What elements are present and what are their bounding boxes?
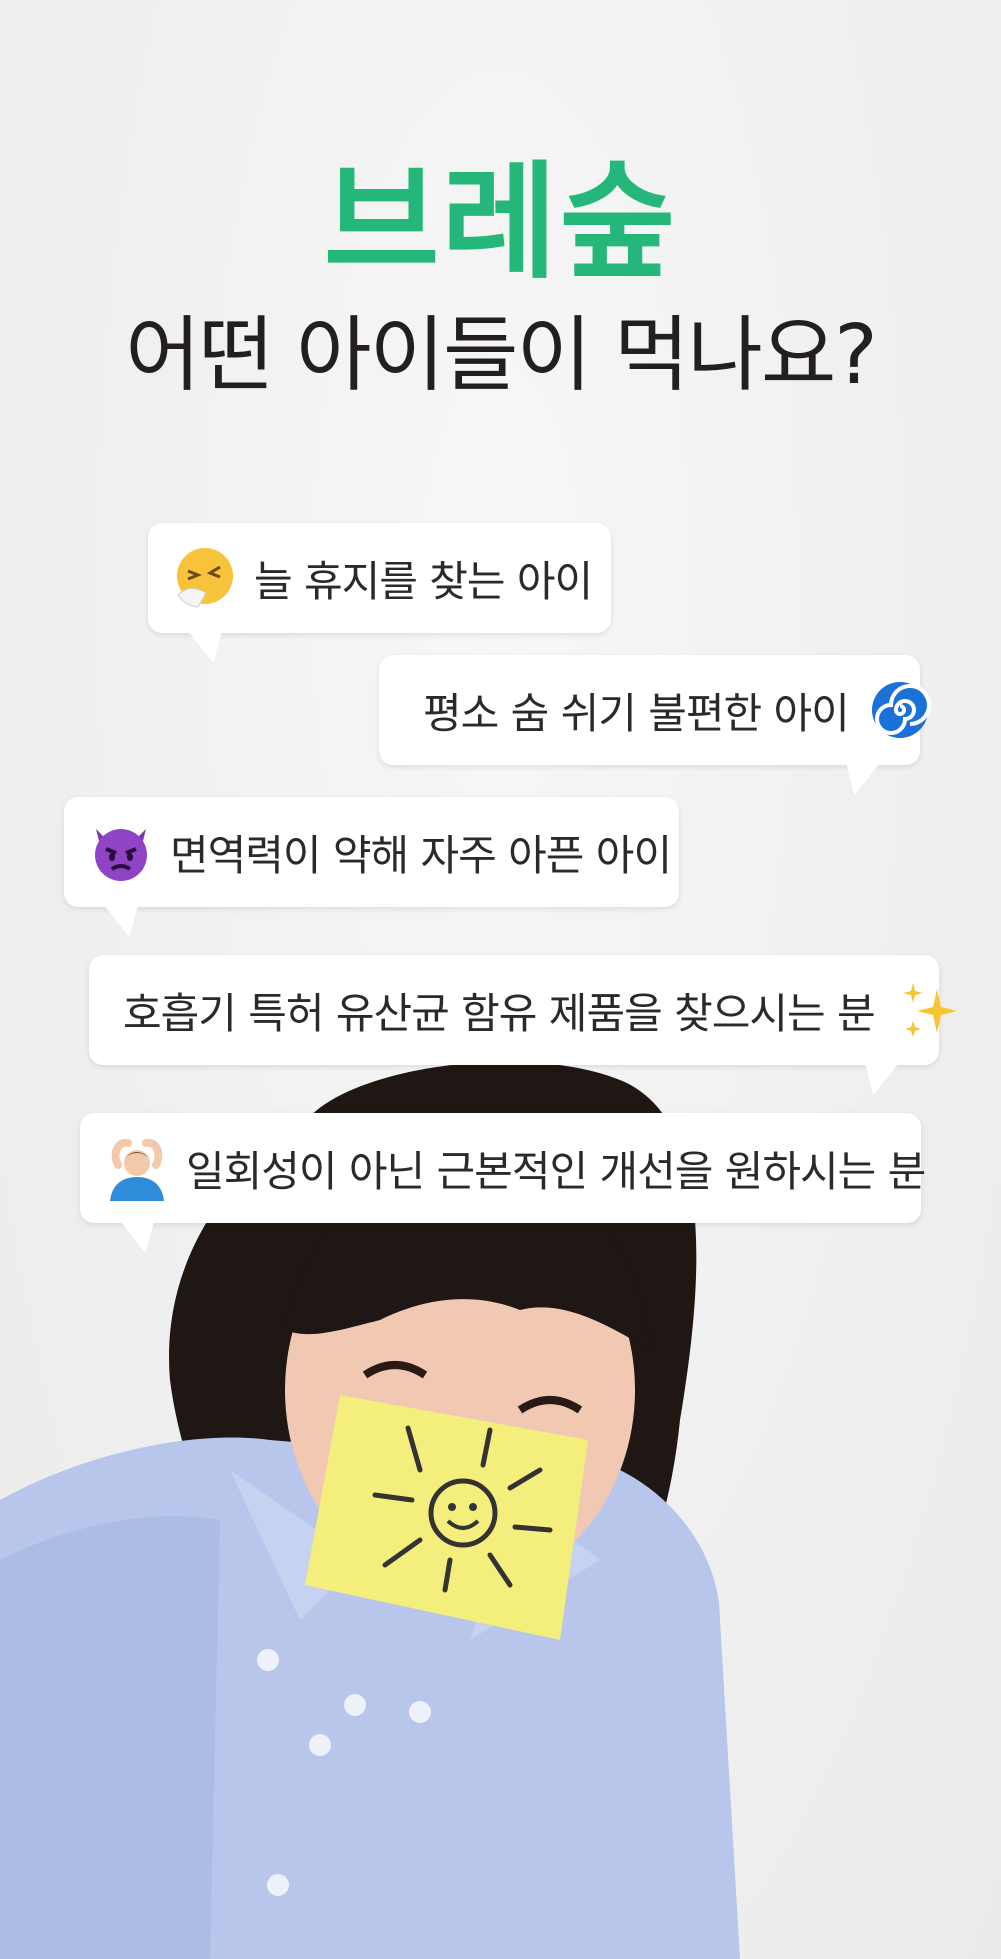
bubble-tissue: 늘 휴지를 찾는 아이 <box>148 523 611 663</box>
bubble-probiotic: 호흡기 특허 유산균 함유 제품을 찾으시는 분 <box>89 955 957 1095</box>
bubble-text: 늘 휴지를 찾는 아이 <box>254 556 593 606</box>
bubble-text: 일회성이 아닌 근본적인 개선을 원하시는 분 <box>186 1146 926 1196</box>
bubble-text: 평소 숨 쉬기 불편한 아이 <box>423 688 850 738</box>
sparkles-icon <box>902 983 957 1037</box>
bubble-text: 호흡기 특허 유산균 함유 제품을 찾으시는 분 <box>123 988 876 1038</box>
headline: 어떤 아이들이 먹나요? <box>125 308 878 403</box>
bubble-text: 면역력이 약해 자주 아픈 아이 <box>170 830 672 880</box>
angry-devil-icon <box>95 829 147 881</box>
person-gesturing-ok-icon <box>110 1138 164 1201</box>
brand-title: 브레숲 <box>323 149 678 296</box>
sneezing-face-icon <box>177 548 233 608</box>
bubble-immunity: 면역력이 약해 자주 아픈 아이 <box>64 797 679 937</box>
bubble-breathing: 평소 숨 쉬기 불편한 아이 <box>379 655 931 795</box>
cyclone-icon <box>871 682 931 738</box>
bubble-improvement: 일회성이 아닌 근본적인 개선을 원하시는 분 <box>80 1113 926 1253</box>
